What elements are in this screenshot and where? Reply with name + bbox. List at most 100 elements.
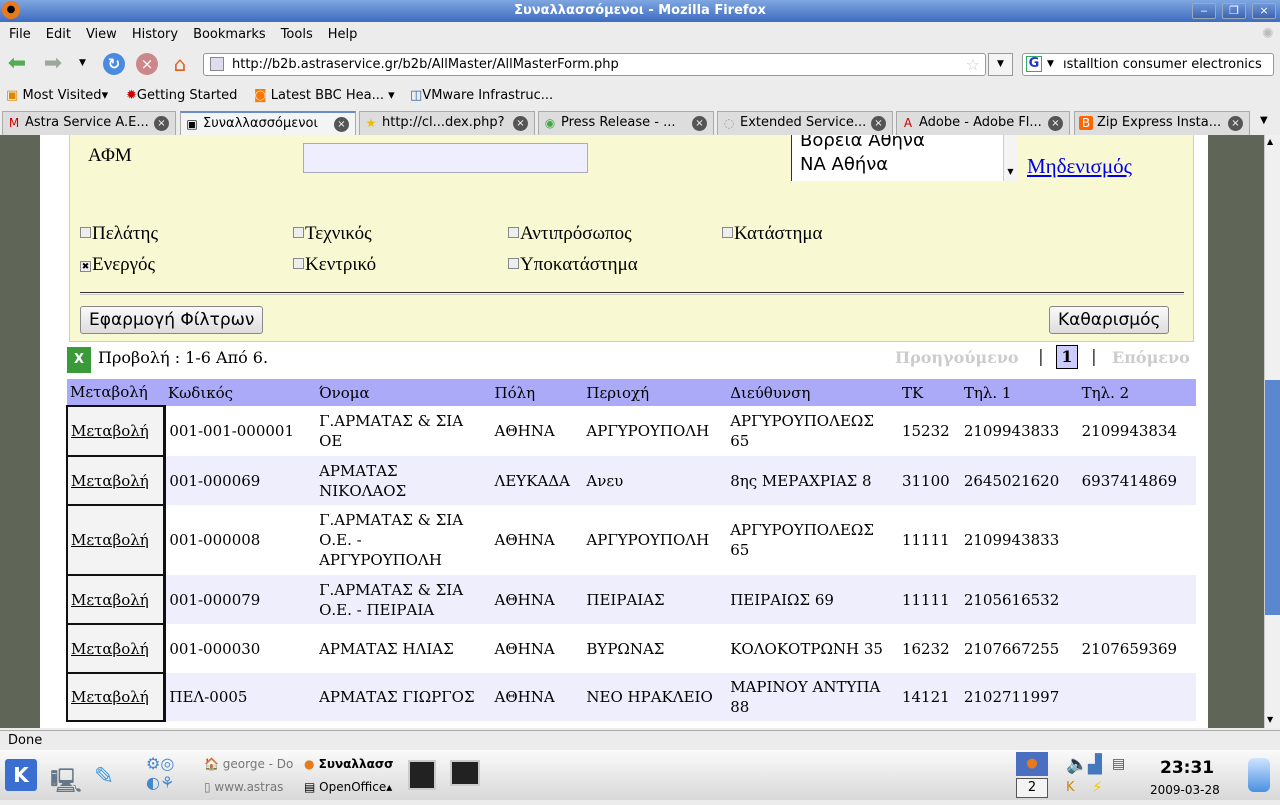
region-listbox[interactable]: Βόρεια Αθήνα ΝΑ Αθήνα ▼ [791, 135, 1017, 181]
region-option[interactable]: Βόρεια Αθήνα [800, 135, 1017, 153]
pager-desktop-2[interactable]: 2 [1016, 778, 1048, 798]
checkbox-ypokatastima[interactable]: Υποκατάστημα [508, 254, 638, 276]
keyboard-layout-flag-icon[interactable]: ▤ [1112, 756, 1125, 772]
pager-desktop-1[interactable]: ● [1016, 752, 1048, 776]
column-header: Τηλ. 1 [960, 379, 1079, 406]
menu-bookmarks[interactable]: Bookmarks [193, 24, 266, 46]
edit-link[interactable]: Μεταβολή [71, 591, 149, 609]
edit-link[interactable]: Μεταβολή [71, 531, 149, 549]
home-icon[interactable]: ⌂ [169, 53, 191, 75]
forward-icon[interactable]: ➡ [42, 53, 64, 75]
maximize-button[interactable]: ❐ [1222, 3, 1246, 19]
tab-list-icon[interactable]: ▼ [1260, 115, 1268, 126]
edit-link[interactable]: Μεταβολή [71, 688, 149, 706]
task-george[interactable]: 🏠 george - Do [204, 757, 293, 771]
checkbox[interactable] [508, 258, 519, 269]
konsole-icon[interactable] [450, 760, 480, 786]
power-icon[interactable]: ⚡ [1092, 778, 1103, 796]
task-firefox[interactable]: ● Συναλλασσ [304, 757, 394, 771]
terminal-icon[interactable] [408, 760, 436, 790]
klipper-icon[interactable]: K [1066, 780, 1075, 795]
google-icon[interactable]: G [1026, 56, 1042, 72]
checkbox-katastima[interactable]: Κατάστημα [722, 223, 823, 245]
separator: | [1091, 347, 1097, 367]
menu-view[interactable]: View [86, 24, 117, 46]
search-engine-dropdown-icon[interactable]: ▼ [1047, 54, 1054, 75]
scroll-down-icon[interactable]: ▼ [1267, 715, 1273, 724]
checkbox[interactable] [80, 227, 91, 238]
trash-icon[interactable] [1248, 758, 1270, 792]
clear-button[interactable]: Καθαρισμός [1049, 306, 1170, 334]
tab-press-release[interactable]: ◉ Press Release - ... × [538, 111, 714, 135]
bookmark-getting-started[interactable]: ✹Getting Started [126, 84, 237, 108]
checkbox[interactable] [293, 258, 304, 269]
tab-close-icon[interactable]: × [871, 116, 886, 131]
tab-zip-express[interactable]: B Zip Express Insta... × [1074, 111, 1250, 135]
close-button[interactable]: × [1252, 3, 1276, 19]
bookmark-most-visited[interactable]: ▣ Most Visited▾ [6, 84, 108, 108]
search-input[interactable]: G ▼ ıstalltion consumer electronics [1022, 53, 1274, 76]
url-bar[interactable]: http://b2b.astraservice.gr/b2b/AllMaster… [203, 53, 986, 76]
computer-icon[interactable]: 🖳 [50, 764, 82, 805]
tab-close-icon[interactable]: × [1228, 116, 1243, 131]
clock-time[interactable]: 23:31 [1160, 758, 1214, 778]
volume-icon[interactable]: 🔈 [1066, 754, 1088, 775]
checkbox[interactable] [722, 227, 733, 238]
bookmark-bbc[interactable]: ◙ Latest BBC Hea... ▾ [254, 84, 395, 108]
menu-file[interactable]: File [9, 24, 31, 46]
task-www[interactable]: ▯ www.astras [204, 780, 283, 794]
tab-close-icon[interactable]: × [692, 116, 707, 131]
quicklaunch-icons[interactable]: ⚙◎ ◐⚘ [146, 754, 174, 792]
checkbox[interactable] [508, 227, 519, 238]
menu-edit[interactable]: Edit [46, 24, 71, 46]
afm-input[interactable] [303, 143, 588, 173]
history-dropdown-icon[interactable]: ▼ [79, 58, 86, 68]
table-row: Μεταβολή ΠΕΛ-0005 ΑΡΜΑΤΑΣ ΓΙΩΡΓΟΣ ΑΘΗΝΑ ΝΕΟ … [66, 672, 1196, 722]
apply-filters-button[interactable]: Εφαρμογή Φίλτρων [80, 306, 264, 334]
listbox-scroll-down-icon[interactable]: ▼ [1003, 135, 1017, 181]
tab-synallassomenoi[interactable]: ▣ Συναλλασσόμενοι × [180, 111, 356, 135]
editor-icon[interactable]: ✎ [94, 762, 114, 790]
checkbox-technikos[interactable]: Τεχνικός [293, 223, 372, 245]
checkbox-checked[interactable]: ✖ [80, 261, 91, 272]
task-openoffice[interactable]: ▤ OpenOffice▴ [304, 780, 392, 794]
tab-close-icon[interactable]: × [1048, 116, 1063, 131]
checkbox-kentriko[interactable]: Κεντρικό [293, 254, 376, 276]
menu-help[interactable]: Help [328, 24, 358, 46]
cell-name: ΑΡΜΑΤΑΣ ΗΛΙΑΣ [319, 639, 454, 658]
page-1-button[interactable]: 1 [1056, 345, 1078, 369]
tab-extended-service[interactable]: ◌ Extended Service... × [717, 111, 893, 135]
checkbox-pelatis[interactable]: Πελάτης [80, 223, 158, 245]
edit-link[interactable]: Μεταβολή [71, 472, 149, 490]
bookmark-vmware[interactable]: ◫VMware Infrastruc... [410, 84, 553, 108]
tab-close-icon[interactable]: × [154, 116, 169, 131]
tab-adobe[interactable]: A Adobe - Adobe Fl... × [896, 111, 1070, 135]
checkbox-energos[interactable]: ✖ Ενεργός [80, 254, 155, 276]
signal-icon: ▟ [1088, 754, 1102, 775]
back-icon[interactable]: ⬅ [6, 53, 28, 75]
url-dropdown-button[interactable]: ▼ [988, 53, 1013, 76]
checkbox[interactable] [293, 227, 304, 238]
excel-export-icon[interactable]: X [67, 347, 91, 373]
kde-menu-icon[interactable]: K [5, 759, 37, 791]
region-option[interactable]: ΝΑ Αθήνα [800, 153, 1017, 177]
stop-icon[interactable]: × [136, 53, 158, 75]
scrollbar-thumb[interactable] [1265, 380, 1280, 615]
tab-astra[interactable]: M Astra Service A.E... × [2, 111, 176, 135]
tab-cl-index[interactable]: ★ http://cl...dex.php? × [359, 111, 535, 135]
edit-link[interactable]: Μεταβολή [71, 640, 149, 658]
page-viewport: ΑΦΜ Βόρεια Αθήνα ΝΑ Αθήνα ▼ Μηδενισμός Π… [0, 135, 1264, 728]
reset-link[interactable]: Μηδενισμός [1027, 154, 1132, 179]
minimize-button[interactable]: ‒ [1192, 3, 1216, 19]
bookmark-star-icon[interactable]: ☆ [966, 54, 980, 75]
reload-icon[interactable]: ↻ [103, 53, 125, 75]
tab-close-icon[interactable]: × [513, 116, 528, 131]
checkbox-antiprosopos[interactable]: Αντιπρόσωπος [508, 223, 632, 245]
tab-close-icon[interactable]: × [334, 117, 349, 132]
next-page-link[interactable]: Επόμενο [1112, 348, 1190, 367]
menu-history[interactable]: History [132, 24, 178, 46]
previous-page-link[interactable]: Προηγούμενο [895, 348, 1019, 367]
edit-link[interactable]: Μεταβολή [71, 422, 149, 440]
scroll-up-icon[interactable]: ▲ [1267, 137, 1273, 146]
menu-tools[interactable]: Tools [281, 24, 313, 46]
